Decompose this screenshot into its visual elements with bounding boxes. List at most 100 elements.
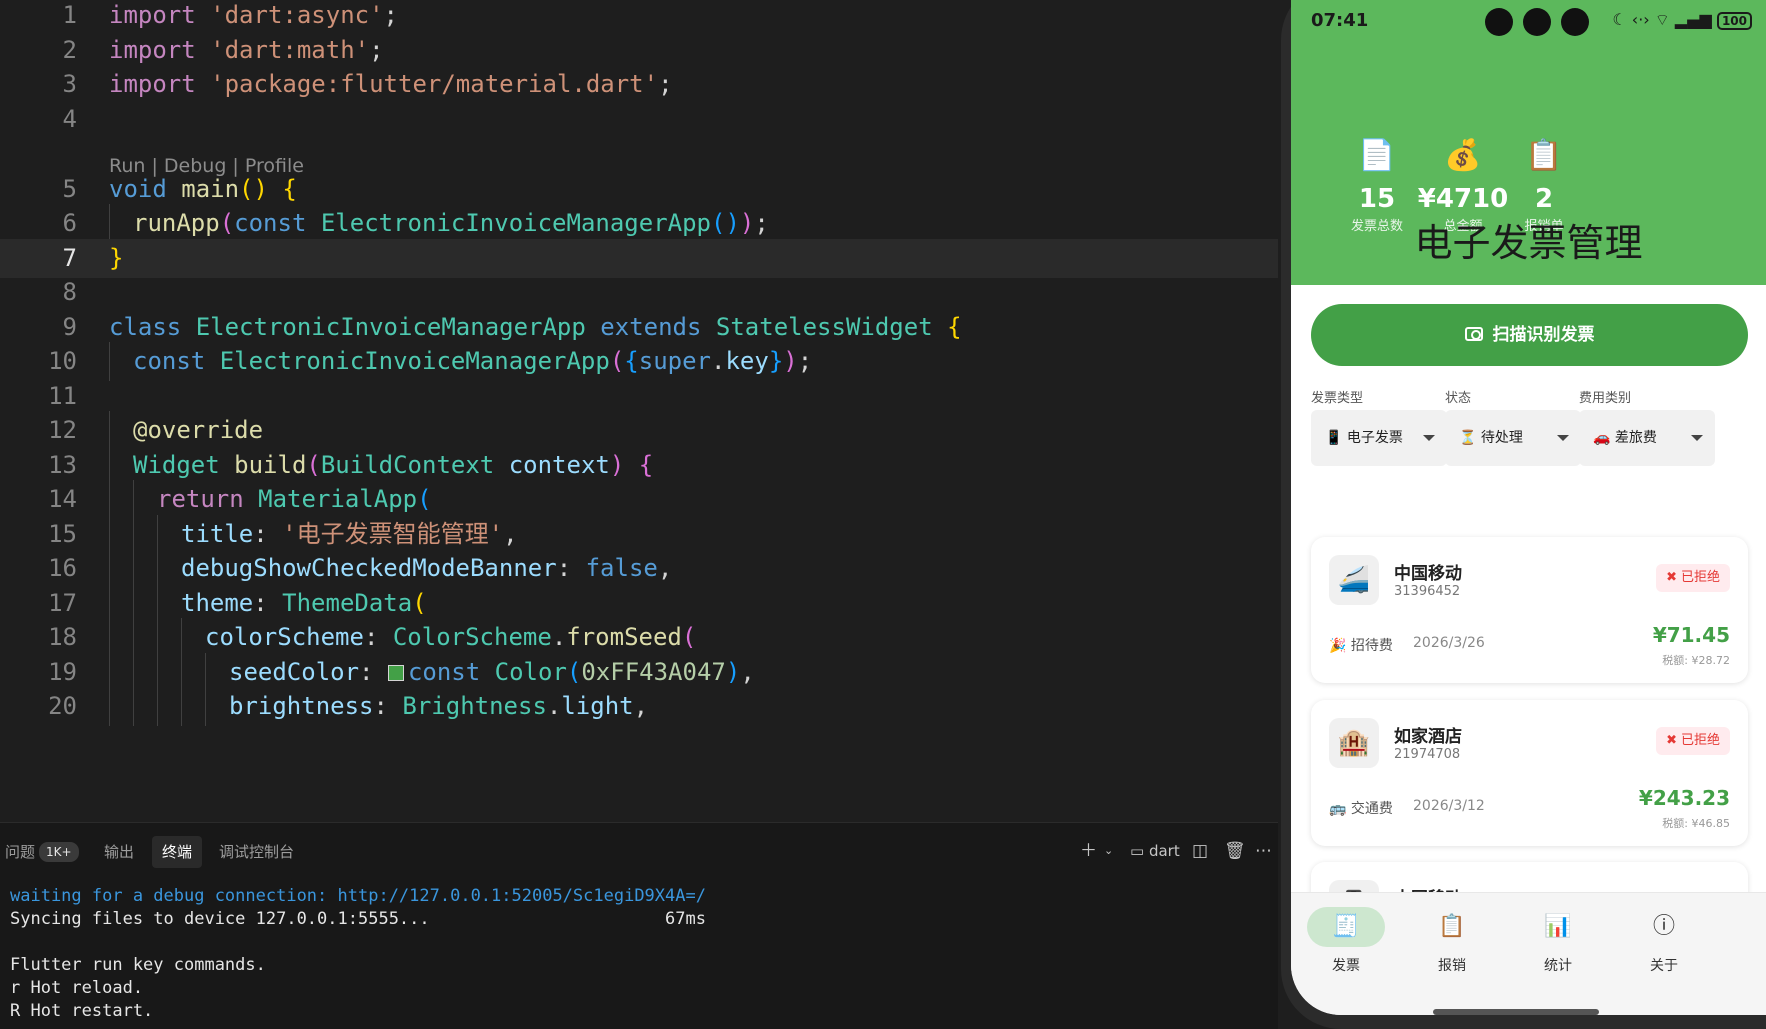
tab-problems-label: 问题 (5, 843, 36, 861)
filter-label: 费用类别 (1579, 391, 1632, 406)
code-token: seedColor (229, 658, 360, 686)
filter-dropdown[interactable]: 🚗 差旅费 (1579, 410, 1715, 466)
code-editor[interactable]: Run | Debug | Profile 1 import 'dart:asyn… (0, 0, 1278, 822)
code-text: @override (133, 411, 263, 450)
signal-icon: ▂▄▆ (1674, 10, 1712, 29)
line-number: 10 (48, 347, 77, 375)
code-token: ; (754, 209, 769, 237)
code-token: Color (494, 658, 567, 686)
code-line[interactable]: 10 const ElectronicInvoiceManagerApp({sup… (0, 342, 1278, 381)
code-line[interactable]: 14 return MaterialApp( (0, 480, 1278, 519)
nav-item[interactable]: 📊 统计 (1508, 907, 1608, 975)
code-token: () (711, 209, 740, 237)
nav-item[interactable]: ⓘ 关于 (1614, 907, 1714, 975)
category-name: 交通费 (1350, 801, 1393, 817)
code-token: . (711, 347, 726, 375)
code-token: const (133, 347, 206, 375)
code-line[interactable]: 4 (0, 100, 1278, 139)
code-token: @override (133, 416, 264, 444)
code-token: ; (383, 1, 398, 29)
code-token: { (947, 313, 962, 341)
code-line[interactable]: 1 import 'dart:async'; (0, 0, 1278, 35)
code-line[interactable]: 18 colorScheme: ColorScheme.fromSeed( (0, 618, 1278, 657)
line-number: 8 (62, 278, 77, 306)
invoice-card[interactable]: 🏨 如家酒店 21974708 ✖ 已拒绝 🚌 交通费 2026/3/12 ¥243.23 税额… (1311, 700, 1748, 846)
nav-label: 统计 (1544, 958, 1572, 974)
code-token: 'dart:math' (210, 36, 370, 64)
phone-frame: 07:41 ☾ ‹·› ⌔ ▂▄▆ 100 📄 15 发票总数 💰 ¥4710 总金额 📋 2… (1281, 0, 1766, 1029)
nav-item[interactable]: 🧾 发票 (1296, 907, 1396, 975)
chevron-down-icon[interactable]: ⌄ (1104, 839, 1113, 863)
status-icons: ☾ ‹·› ⌔ ▂▄▆ 100 (1612, 10, 1752, 30)
code-text: debugShowCheckedModeBanner: false, (181, 549, 672, 588)
split-terminal-icon[interactable]: ◫ (1192, 839, 1208, 863)
indent-guide (133, 618, 134, 657)
invoice-card[interactable]: 🚄 中国移动 31396452 ✖ 已拒绝 🎉 招待费 2026/3/26 ¥71.45 税额:… (1311, 537, 1748, 683)
terminal-selector[interactable]: ▭ dart (1130, 839, 1180, 863)
tab-terminal[interactable]: 终端 (152, 836, 203, 868)
code-token: : (253, 589, 283, 617)
stat-icon: 📄 (1358, 138, 1396, 173)
code-text: const ElectronicInvoiceManagerApp({super… (133, 342, 812, 381)
more-icon[interactable]: ⋯ (1255, 839, 1272, 863)
nav-item[interactable]: 📋 报销 (1402, 907, 1502, 975)
filter-dropdown[interactable]: 📱 电子发票 (1311, 410, 1447, 466)
code-token: ) (725, 658, 741, 686)
color-swatch-icon[interactable] (387, 665, 404, 681)
indent-guide (133, 480, 134, 519)
trash-icon[interactable]: 🗑 (1224, 839, 1246, 863)
code-token: runApp (133, 209, 220, 237)
code-line[interactable]: 8 (0, 273, 1278, 312)
code-token: class (109, 313, 182, 341)
tab-debug-console[interactable]: 调试控制台 (219, 836, 294, 868)
code-token: import (109, 1, 196, 29)
code-token: () (239, 175, 268, 203)
code-token: { (282, 175, 297, 203)
dropdown-arrow-icon (1557, 435, 1569, 441)
code-token: import (109, 70, 196, 98)
code-token: build (234, 451, 307, 479)
invoice-date: 2026/3/12 (1413, 798, 1485, 814)
terminal-line: Flutter run key commands. (10, 955, 266, 975)
indent-guide (109, 618, 110, 657)
code-line[interactable]: 12 @override (0, 411, 1278, 450)
panel-tabs: 问题 1K+ 输出 终端 调试控制台 ＋ ⌄ ▭ dart ◫ 🗑 ⋯ (0, 823, 1278, 868)
code-line[interactable]: 3 import 'package:flutter/material.dart'; (0, 65, 1278, 104)
nav-label: 报销 (1438, 958, 1466, 974)
code-line[interactable]: 6 runApp(const ElectronicInvoiceManagerAp… (0, 204, 1278, 243)
terminal-line: r Hot reload. (10, 978, 144, 998)
terminal-name: dart (1148, 842, 1180, 860)
indent-guide (133, 687, 134, 726)
code-token: Widget (133, 451, 220, 479)
category-icon: 🎉 (1329, 638, 1351, 654)
category-name: 招待费 (1350, 638, 1393, 654)
code-token: : (373, 692, 403, 720)
code-token: . (551, 623, 567, 651)
moon-icon: ☾ (1612, 10, 1627, 29)
code-icon: ‹·› (1631, 10, 1650, 29)
code-line[interactable]: 20 brightness: Brightness.light, (0, 687, 1278, 726)
code-token: ( (417, 485, 432, 513)
scan-invoice-button[interactable]: 扫描识别发票 (1311, 304, 1748, 366)
status-badge: ✖ 已拒绝 (1656, 564, 1730, 592)
nav-icon: 🧾 (1307, 907, 1385, 947)
indent-guide (109, 411, 110, 450)
new-terminal-icon[interactable]: ＋ (1080, 839, 1097, 863)
invoice-amount: ¥243.23 (1638, 786, 1730, 810)
filter-dropdown[interactable]: ⏳ 待处理 (1445, 410, 1581, 466)
terminal-output[interactable]: waiting for a debug connection: http://1… (10, 885, 706, 1023)
tab-problems[interactable]: 问题 1K+ (5, 836, 79, 868)
stat-value: 15 (1358, 184, 1396, 214)
indent-guide (109, 480, 110, 519)
code-token: } (109, 244, 124, 272)
tab-output[interactable]: 输出 (104, 836, 134, 868)
rejected-icon: ✖ (1666, 733, 1677, 748)
code-line[interactable]: 16 debugShowCheckedModeBanner: false, (0, 549, 1278, 588)
stat-value: 2 (1534, 184, 1554, 214)
terminal-line: R Hot restart. (10, 1001, 154, 1021)
indent-guide (109, 687, 110, 726)
